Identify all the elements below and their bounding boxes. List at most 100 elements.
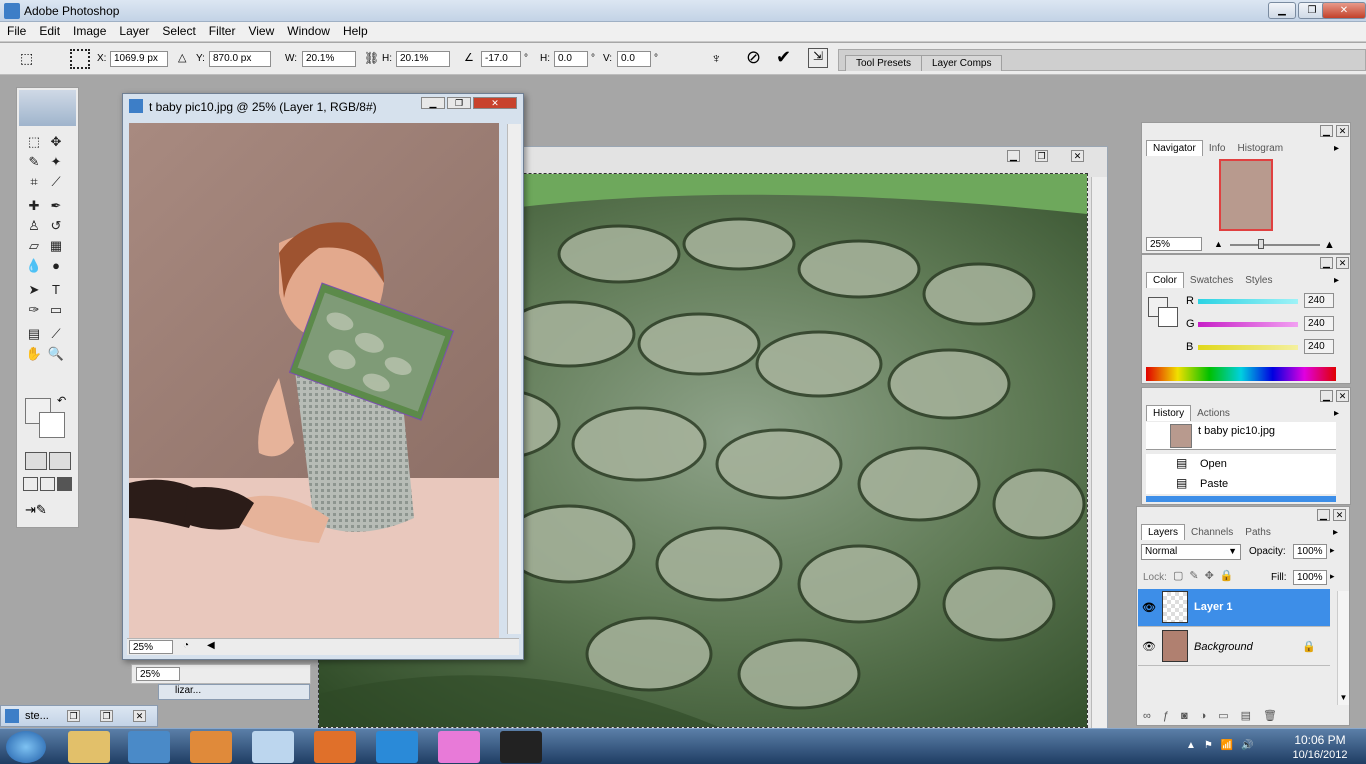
clock-time[interactable]: 10:06 PM [1284,733,1356,747]
navigator-zoom-field[interactable]: 25% [1146,237,1202,251]
zoom-out-icon[interactable]: ▲ [1214,239,1223,249]
g-slider[interactable] [1198,322,1298,327]
navigator-zoom-thumb[interactable] [1258,239,1264,249]
minimize-button[interactable]: ▁ [1268,2,1296,19]
layers-menu-icon[interactable]: ▸ [1333,527,1338,538]
layers-close-icon[interactable]: ✕ [1333,509,1346,521]
menu-window[interactable]: Window [280,22,336,38]
layers-scrollbar[interactable]: ▼ [1337,591,1349,705]
baby-canvas-image[interactable] [129,123,499,638]
layer-row-layer-1[interactable]: 👁 Layer 1 [1138,589,1330,627]
y-position-field[interactable]: 870.0 px [209,51,271,67]
tab-channels[interactable]: Channels [1185,525,1239,540]
screen-mode-standard-icon[interactable] [23,477,38,491]
move-tool-icon[interactable]: ✥ [45,132,67,152]
start-button[interactable] [6,731,46,763]
doc2-close-icon[interactable]: ✕ [1071,150,1084,162]
angle-field[interactable]: -17.0 [481,51,521,67]
blur-tool-icon[interactable]: 💧 [23,256,45,276]
tab-actions[interactable]: Actions [1191,406,1236,421]
explorer-taskbar-icon[interactable] [68,731,110,763]
opacity-field[interactable]: 100% [1293,544,1327,559]
app-taskbar-icon[interactable] [190,731,232,763]
shape-tool-icon[interactable]: ▭ [45,300,67,320]
color-close-icon[interactable]: ✕ [1336,257,1349,269]
color-ramp[interactable] [1146,367,1336,381]
tab-navigator[interactable]: Navigator [1146,140,1203,156]
b-value-field[interactable]: 240 [1304,339,1334,354]
layers-footer-buttons[interactable]: ∞ƒ◙◑▭▤🗑 [1137,705,1349,725]
flower-app-taskbar-icon[interactable] [438,731,480,763]
navigator-zoom-slider[interactable] [1230,244,1320,246]
width-field[interactable]: 20.1% [302,51,356,67]
hand-tool-icon[interactable]: ✋ [23,344,45,364]
standard-mode-icon[interactable] [25,452,47,470]
color-bg-swatch[interactable] [1158,307,1178,327]
path-selection-icon[interactable]: ➤ [23,280,45,300]
tab-info[interactable]: Info [1203,141,1232,156]
quick-mask-mode-icon[interactable] [49,452,71,470]
tab-paths[interactable]: Paths [1239,525,1277,540]
firefox-taskbar-icon[interactable] [314,731,356,763]
type-tool-icon[interactable]: T [45,280,67,300]
navigator-thumbnail[interactable] [1219,159,1273,231]
eyedropper-tool-icon[interactable]: ⟋ [45,324,67,344]
media-player-taskbar-icon[interactable] [128,731,170,763]
swap-colors-icon[interactable]: ↶ [57,394,66,407]
notes-tool-icon[interactable]: ▤ [23,324,45,344]
screen-mode-menu-icon[interactable] [40,477,55,491]
history-item-open[interactable]: ▤ Open [1146,454,1336,474]
system-tray-icons[interactable]: ▲⚑📶🔊 [1186,740,1262,751]
doc1-status-menu-icon[interactable]: ◔ [183,640,189,651]
fill-arrow-icon[interactable]: ▸ [1330,571,1335,582]
opacity-arrow-icon[interactable]: ▸ [1330,545,1335,556]
doc1-scroll-left-icon[interactable]: ◀ [207,640,215,651]
menu-filter[interactable]: Filter [202,22,242,38]
layers-minimize-icon[interactable]: ▁ [1317,509,1330,521]
history-item-paste[interactable]: ▤ Paste [1146,474,1336,494]
min-doc-restore-icon[interactable]: ❐ [67,710,80,722]
lock-icons[interactable]: ▢✎✥🔒 [1173,569,1240,582]
photoshop-taskbar-icon[interactable] [252,731,294,763]
blend-mode-select[interactable]: Normal ▼ [1141,544,1241,560]
cancel-transform-button[interactable]: ⊘ [746,47,761,68]
tab-history[interactable]: History [1146,405,1192,421]
doc2-scrollbar[interactable] [1091,177,1107,762]
x-position-field[interactable]: 1069.9 px [110,51,168,67]
clock-date[interactable]: 10/16/2012 [1284,749,1356,761]
history-snapshot-row[interactable]: t baby pic10.jpg [1146,422,1336,450]
tab-swatches[interactable]: Swatches [1184,273,1239,288]
pen-tool-icon[interactable]: ✑ [23,300,45,320]
b-slider[interactable] [1198,345,1298,350]
visibility-eye-icon[interactable]: 👁 [1142,640,1156,653]
r-value-field[interactable]: 240 [1304,293,1334,308]
doc2-zoom-field[interactable]: 25% [136,667,180,681]
move-tool-preset-icon[interactable]: ⬚ [20,50,42,68]
menu-file[interactable]: File [0,22,32,38]
doc1-restore-icon[interactable]: ❐ [447,97,471,109]
lasso-tool-icon[interactable]: ✎ [23,152,45,172]
history-item-free-transform[interactable] [1146,496,1336,502]
tab-styles[interactable]: Styles [1239,273,1278,288]
history-close-icon[interactable]: ✕ [1336,390,1349,402]
history-menu-icon[interactable]: ▸ [1334,408,1339,419]
close-button[interactable]: ✕ [1322,2,1366,19]
min-doc-close-icon[interactable]: ✕ [133,710,146,722]
internet-explorer-taskbar-icon[interactable] [376,731,418,763]
nav-close-icon[interactable]: ✕ [1336,125,1349,137]
background-color-swatch[interactable] [39,412,65,438]
dodge-tool-icon[interactable]: ● [45,256,67,276]
fill-field[interactable]: 100% [1293,570,1327,585]
history-brush-icon[interactable]: ↺ [45,216,67,236]
menu-image[interactable]: Image [66,22,112,38]
camera-app-taskbar-icon[interactable] [500,731,542,763]
menu-layer[interactable]: Layer [112,22,155,38]
eraser-tool-icon[interactable]: ▱ [23,236,45,256]
zoom-tool-icon[interactable]: 🔍 [45,344,67,364]
tab-histogram[interactable]: Histogram [1232,141,1290,156]
h-skew-field[interactable]: 0.0 [554,51,588,67]
menu-select[interactable]: Select [155,22,201,38]
brush-tool-icon[interactable]: ✒ [45,196,67,216]
doc1-minimize-icon[interactable]: ▁ [421,97,445,109]
menu-edit[interactable]: Edit [32,22,66,38]
